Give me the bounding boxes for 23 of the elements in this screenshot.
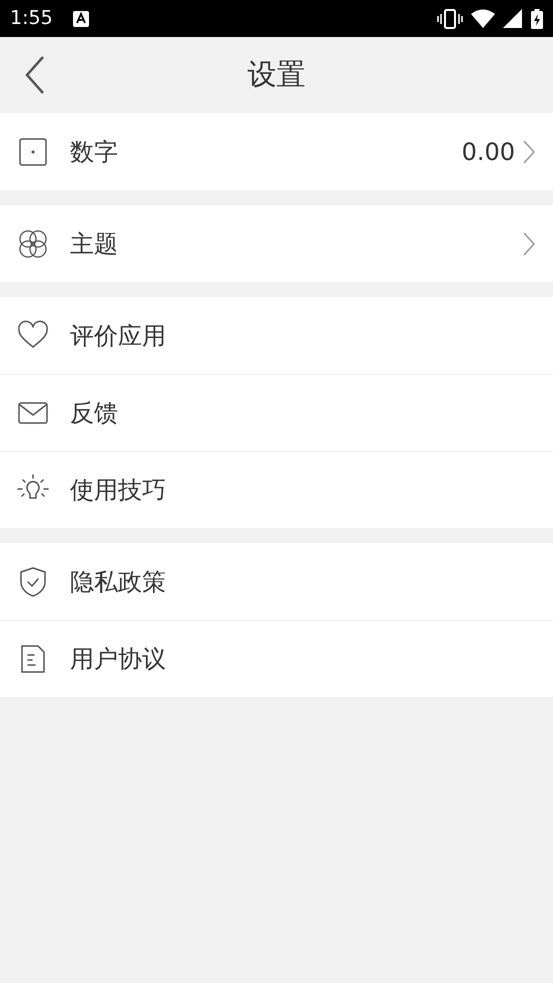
status-time: 1:55 [10,6,53,32]
page-title: 设置 [248,56,306,94]
settings-row[interactable]: 使用技巧 [0,451,553,528]
row-label: 隐私政策 [70,566,167,598]
row-label: 评价应用 [70,320,167,352]
row-label: 用户协议 [70,644,167,675]
row-label: 使用技巧 [70,475,167,506]
row-label: 主题 [70,228,119,260]
settings-row[interactable]: 用户协议 [0,620,553,697]
row-value: 0.00 [462,136,515,168]
wifi-icon [471,8,495,28]
signal-icon [503,8,523,28]
settings-row[interactable]: 反馈 [0,374,553,451]
vibrate-icon [437,8,463,28]
settings-row[interactable]: 评价应用 [0,297,553,374]
notification-icon [72,10,89,26]
row-label: 数字 [70,136,119,168]
row-label: 反馈 [70,398,119,429]
overlapping-circles-icon [17,228,49,260]
battery-charging-icon [531,8,543,28]
settings-row[interactable]: 隐私政策 [0,543,553,620]
settings-row[interactable]: 数字 0.00 [0,113,553,190]
settings-row[interactable]: 主题 [0,205,553,282]
